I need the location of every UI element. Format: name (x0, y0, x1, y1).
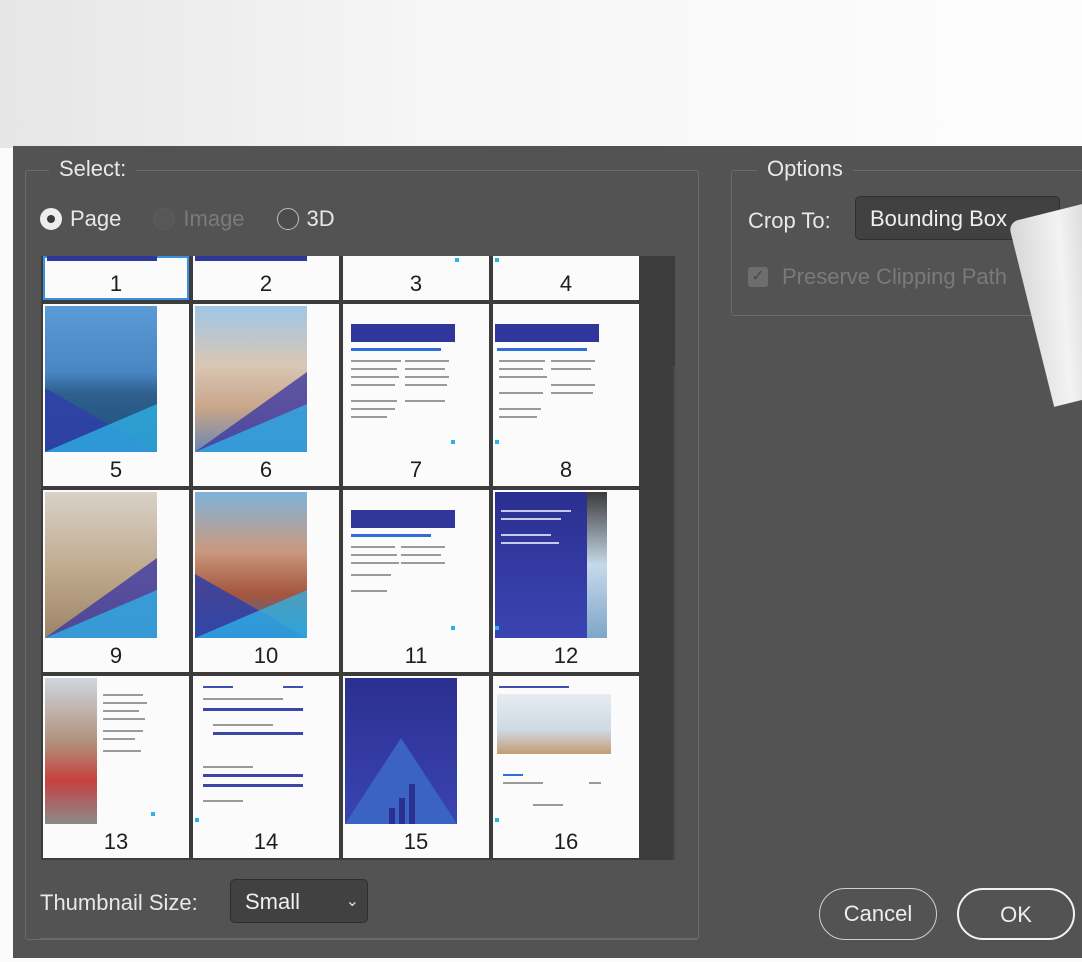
page-number: 3 (409, 271, 423, 296)
page-number: 1 (109, 271, 123, 296)
page-number: 12 (553, 643, 579, 668)
select-group-divider (40, 938, 698, 939)
radio-image-label: Image (183, 206, 245, 231)
thumbnail-page-1[interactable]: 1 (43, 256, 189, 300)
radio-page[interactable]: Page (40, 206, 121, 232)
thumbnail-page-7[interactable]: 7 (343, 304, 489, 486)
place-pdf-dialog: Select: Page Image 3D 1 2 3 4 5 6 7 8 9 … (13, 146, 1082, 958)
thumbnail-page-9[interactable]: 9 (43, 490, 189, 672)
page-number: 10 (253, 643, 279, 668)
thumbnail-page-5[interactable]: 5 (43, 304, 189, 486)
thumbnail-page-15[interactable]: 15 (343, 676, 489, 858)
page-number: 13 (103, 829, 129, 854)
crop-to-label: Crop To: (748, 208, 831, 233)
ok-button[interactable]: OK (957, 888, 1075, 940)
page-number: 6 (259, 457, 273, 482)
page-number: 16 (553, 829, 579, 854)
page-number: 7 (409, 457, 423, 482)
chevron-down-icon: ⌄ (345, 893, 359, 910)
page-number: 15 (403, 829, 429, 854)
thumbnail-size-label: Thumbnail Size: (40, 890, 198, 915)
thumbnail-size-select[interactable]: Small ⌄ (230, 879, 368, 923)
preserve-clipping-path-row: ✓ Preserve Clipping Path (748, 264, 1007, 290)
thumbnail-page-12[interactable]: 12 (493, 490, 639, 672)
preserve-clipping-path-checkbox: ✓ (748, 267, 768, 287)
thumbnail-image (345, 678, 457, 824)
thumbnail-image (45, 492, 157, 638)
thumbnail-page-8[interactable]: 8 (493, 304, 639, 486)
radio-page-indicator[interactable] (40, 208, 62, 230)
radio-image-indicator (153, 208, 176, 230)
thumbnail-page-13[interactable]: 13 (43, 676, 189, 858)
page-number: 2 (259, 271, 273, 296)
radio-image: Image (153, 206, 245, 232)
page-number: 11 (404, 643, 428, 668)
radio-page-label: Page (70, 206, 122, 231)
thumbnail-image (195, 492, 307, 638)
select-radio-group: Page Image 3D (40, 204, 367, 234)
cancel-button[interactable]: Cancel (819, 888, 937, 940)
thumbnail-page-6[interactable]: 6 (193, 304, 339, 486)
scrollbar-track[interactable] (673, 366, 675, 860)
crop-to-value: Bounding Box (870, 206, 1007, 231)
radio-3d[interactable]: 3D (276, 206, 335, 232)
page-number: 4 (559, 271, 573, 296)
thumbnail-page-2[interactable]: 2 (193, 256, 339, 300)
page-number: 5 (109, 457, 123, 482)
thumbnail-grid[interactable]: 1 2 3 4 5 6 7 8 9 10 11 12 13 14 15 16 (41, 256, 675, 860)
thumbnail-page-3[interactable]: 3 (343, 256, 489, 300)
thumbnail-image (495, 492, 587, 638)
thumbnail-page-4[interactable]: 4 (493, 256, 639, 300)
options-legend: Options (757, 156, 853, 182)
radio-3d-label: 3D (306, 206, 335, 231)
thumbnail-size-value: Small (245, 889, 301, 914)
thumbnail-page-11[interactable]: 11 (343, 490, 489, 672)
thumbnail-page-14[interactable]: 14 (193, 676, 339, 858)
thumbnail-image (195, 306, 307, 452)
preserve-clipping-path-label: Preserve Clipping Path (782, 264, 1008, 289)
page-number: 14 (253, 829, 279, 854)
radio-3d-indicator[interactable] (276, 208, 299, 230)
thumbnail-image (45, 306, 157, 452)
page-number: 8 (559, 457, 573, 482)
thumbnail-page-10[interactable]: 10 (193, 490, 339, 672)
thumbnail-page-16[interactable]: 16 (493, 676, 639, 858)
background-area (0, 0, 1082, 148)
page-number: 9 (109, 643, 123, 668)
select-legend: Select: (49, 156, 137, 182)
